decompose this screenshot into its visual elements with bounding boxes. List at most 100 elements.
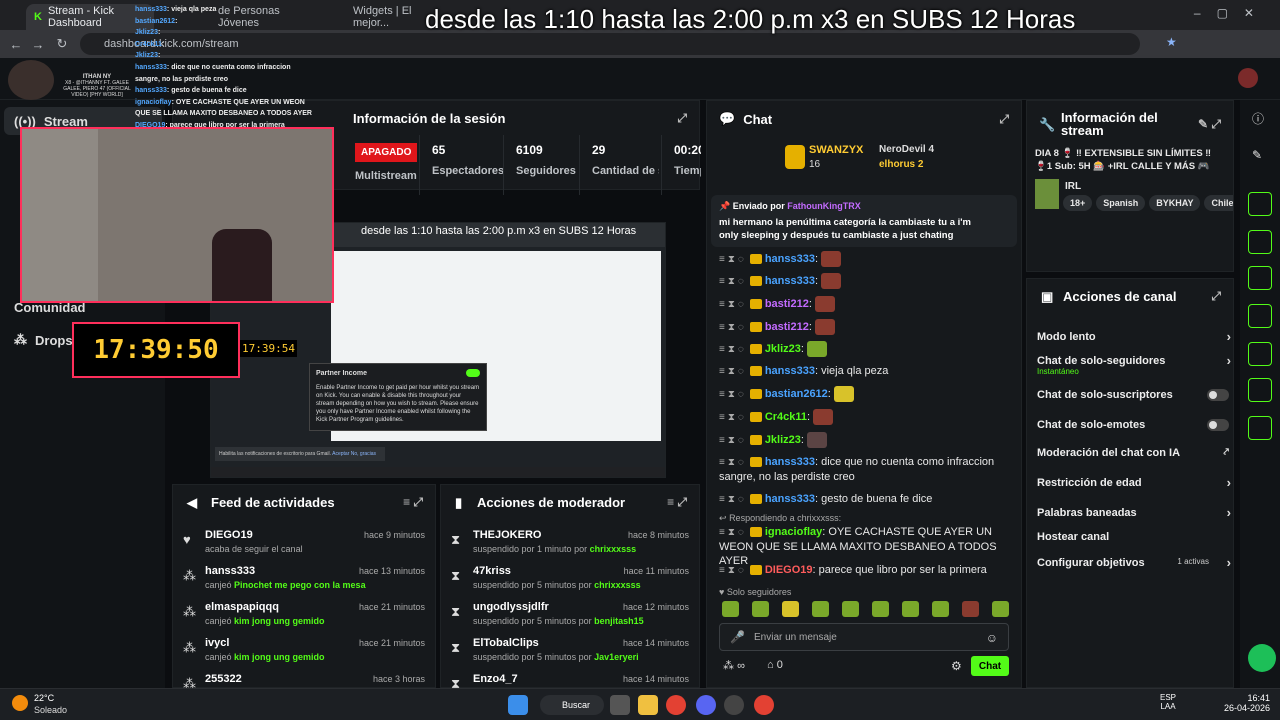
clock-tray[interactable]: 16:41 26-04-2026 bbox=[1218, 693, 1270, 713]
overlay-chat-line: bastian2612: bbox=[135, 16, 315, 28]
emote-icon[interactable] bbox=[812, 601, 829, 617]
mod-item[interactable]: ⧗ THEJOKERO suspendido por 1 minuto por ch… bbox=[441, 525, 699, 560]
channel-action-row[interactable]: Palabras baneadas › bbox=[1037, 505, 1231, 520]
back-icon[interactable]: ← bbox=[4, 32, 28, 56]
window-controls[interactable]: –▢✕ bbox=[1194, 6, 1270, 20]
emoji-icon[interactable]: ☺ bbox=[986, 631, 998, 645]
chat-username[interactable]: Jkliz23 bbox=[765, 434, 801, 446]
taskbar-search[interactable]: Buscar bbox=[540, 695, 604, 715]
notif-accept[interactable]: Aceptar bbox=[332, 451, 349, 457]
chat-username[interactable]: hanss333 bbox=[765, 493, 815, 505]
windows-start-icon[interactable] bbox=[508, 695, 528, 715]
chat-send-button[interactable]: Chat bbox=[971, 656, 1009, 676]
discord-icon[interactable] bbox=[696, 695, 716, 715]
feed-item[interactable]: ♥ DIEGO19 acaba de seguir el canal hace 9 m… bbox=[173, 525, 435, 560]
mic-icon[interactable]: 🎤 bbox=[730, 630, 745, 644]
tag-chip[interactable]: Chile bbox=[1204, 195, 1233, 211]
settings-icon[interactable]: ⚙ bbox=[951, 659, 962, 673]
points-display[interactable]: ⁂ ∞ bbox=[723, 659, 745, 672]
mod-actions-icon: ≡⧗◌ bbox=[719, 527, 747, 538]
chat-rail-icon[interactable] bbox=[1248, 304, 1272, 328]
tag-chip[interactable]: Spanish bbox=[1096, 195, 1146, 211]
chrome-icon[interactable] bbox=[666, 695, 686, 715]
channel-action-row[interactable]: Chat de solo-seguidores Instantáneo › bbox=[1037, 353, 1231, 376]
chat-username[interactable]: basti212 bbox=[765, 321, 809, 333]
emote-icon[interactable] bbox=[722, 601, 739, 617]
file-explorer-icon[interactable] bbox=[638, 695, 658, 715]
tool-icon[interactable] bbox=[1248, 416, 1272, 440]
chrome-active-icon[interactable] bbox=[754, 695, 774, 715]
feed-icon: ◀ bbox=[187, 494, 197, 510]
emote-bar[interactable] bbox=[719, 601, 1009, 617]
chat-username[interactable]: ignacioflay bbox=[765, 526, 822, 538]
emote-icon[interactable] bbox=[932, 601, 949, 617]
chat-username[interactable]: hanss333 bbox=[765, 365, 815, 377]
pen-icon[interactable]: ✎ bbox=[1252, 148, 1262, 162]
bookmark-star-icon[interactable]: ★ bbox=[1166, 35, 1177, 49]
chat-username[interactable]: Cr4ck11 bbox=[765, 411, 807, 423]
channel-action-row[interactable]: Hostear canal bbox=[1037, 531, 1225, 543]
filter-icon[interactable]: ≡ ⤢ bbox=[403, 495, 423, 510]
emote-icon[interactable] bbox=[872, 601, 889, 617]
chat-username[interactable]: hanss333 bbox=[765, 253, 815, 265]
emote-icon bbox=[821, 273, 842, 289]
chat-username[interactable]: bastian2612 bbox=[765, 388, 828, 400]
forward-icon[interactable]: → bbox=[26, 32, 50, 56]
mod-item[interactable]: ⧗ 47kriss suspendido por 5 minutos por chr… bbox=[441, 561, 699, 596]
obs-icon[interactable] bbox=[724, 695, 744, 715]
expand-icon[interactable]: ⤢ bbox=[677, 111, 687, 126]
chat-input[interactable]: Enviar un mensaje bbox=[754, 632, 837, 643]
emote-icon[interactable] bbox=[992, 601, 1009, 617]
chat-username[interactable]: hanss333 bbox=[765, 456, 815, 468]
feed-reward: kim jong ung gemido bbox=[234, 616, 325, 626]
channel-action-row[interactable]: Chat de solo-suscriptores bbox=[1037, 389, 1229, 401]
channel-action-row[interactable]: Modo lento › bbox=[1037, 329, 1231, 344]
expand-icon[interactable]: ⤢ bbox=[1211, 289, 1221, 304]
channel-action-row[interactable]: Restricción de edad › bbox=[1037, 475, 1231, 490]
toggle-switch[interactable] bbox=[1207, 389, 1229, 401]
notif-decline[interactable]: No, gracias bbox=[351, 451, 376, 457]
mod-actions-icon: ≡⧗◌ bbox=[719, 565, 747, 576]
info-icon[interactable]: ⓘ bbox=[1252, 110, 1264, 127]
tag-chip[interactable]: BYKHAY bbox=[1149, 195, 1201, 211]
chat-username[interactable]: Jkliz23 bbox=[765, 343, 801, 355]
mod-item[interactable]: ⧗ ElTobalClips suspendido por 5 minutos po… bbox=[441, 633, 699, 668]
edit-icon[interactable]: ✎ ⤢ bbox=[1198, 117, 1221, 131]
channel-action-row[interactable]: Moderación del chat con IA ⤤ bbox=[1037, 447, 1229, 459]
feed-item[interactable]: ⁂ hanss333 canjeó Pinochet me pego con la … bbox=[173, 561, 435, 596]
chat-username[interactable]: basti212 bbox=[765, 298, 809, 310]
language-indicator[interactable]: ESP LAA bbox=[1160, 693, 1176, 711]
chat-username[interactable]: hanss333 bbox=[765, 275, 815, 287]
clipboard-icon[interactable] bbox=[1248, 266, 1272, 290]
emote-icon[interactable] bbox=[842, 601, 859, 617]
help-icon[interactable] bbox=[1248, 644, 1276, 672]
mod-time: hace 12 minutos bbox=[622, 602, 689, 612]
gifts-display[interactable]: ⌂ 0 bbox=[767, 659, 783, 671]
feed-item[interactable]: ⁂ ivycl canjeó kim jong ung gemido hace 21 … bbox=[173, 633, 435, 668]
emote-icon[interactable] bbox=[962, 601, 979, 617]
bolt-icon[interactable] bbox=[1248, 230, 1272, 254]
avatar[interactable] bbox=[1238, 68, 1258, 88]
taskview-icon[interactable] bbox=[610, 695, 630, 715]
mod-item[interactable]: ⧗ ungodlyssjdlfr suspendido por 5 minutos … bbox=[441, 597, 699, 632]
feed-item[interactable]: ⁂ elmaspapiqqq canjeó kim jong ung gemido h… bbox=[173, 597, 435, 632]
tag-chip[interactable]: 18+ bbox=[1063, 195, 1093, 211]
broadcast-icon[interactable] bbox=[1248, 342, 1272, 366]
reply-context: ↩ Respondiendo a chrixxxsss: bbox=[719, 513, 841, 524]
emote-icon bbox=[821, 251, 842, 267]
expand-icon[interactable]: ⤢ bbox=[999, 112, 1009, 127]
reload-icon[interactable]: ↻ bbox=[50, 32, 74, 56]
list-icon[interactable] bbox=[1248, 378, 1272, 402]
camera-icon[interactable] bbox=[1248, 192, 1272, 216]
emote-icon[interactable] bbox=[902, 601, 919, 617]
toggle-switch[interactable] bbox=[1207, 419, 1229, 431]
channel-action-row[interactable]: Chat de solo-emotes bbox=[1037, 419, 1229, 431]
channel-action-row[interactable]: Configurar objetivos 1 activas › bbox=[1037, 555, 1231, 570]
mod-sub: suspendido por 5 minutos por Jav1eryeri bbox=[473, 652, 689, 662]
emote-icon[interactable] bbox=[752, 601, 769, 617]
partner-toggle[interactable] bbox=[466, 369, 480, 377]
filter-icon[interactable]: ≡ ⤢ bbox=[667, 495, 687, 510]
chat-message: ≡⧗◌ bastian2612: bbox=[719, 386, 1009, 402]
emote-icon[interactable] bbox=[782, 601, 799, 617]
chat-username[interactable]: DIEGO19 bbox=[765, 564, 813, 576]
